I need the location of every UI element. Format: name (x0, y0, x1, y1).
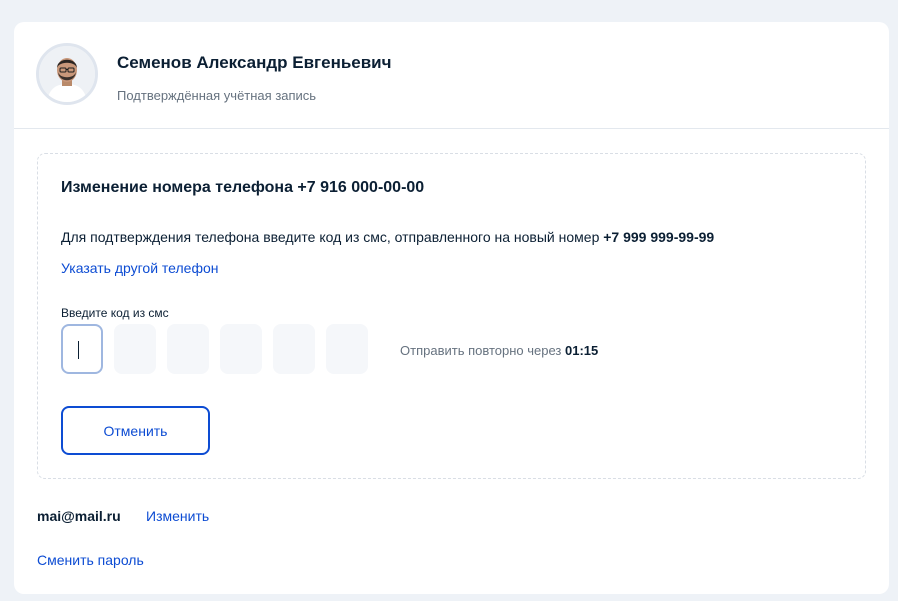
sms-code-digit-5[interactable] (273, 324, 315, 374)
resend-label: Отправить повторно через (400, 343, 566, 358)
phone-change-info: Для подтверждения телефона введите код и… (61, 229, 714, 245)
sms-code-digit-4[interactable] (220, 324, 262, 374)
sms-code-label: Введите код из смс (61, 306, 169, 320)
sms-code-digit-3[interactable] (167, 324, 209, 374)
profile-header: Семенов Александр Евгеньевич Подтверждён… (14, 22, 889, 129)
change-password-link[interactable]: Сменить пароль (37, 552, 144, 568)
avatar (36, 43, 98, 105)
change-email-link[interactable]: Изменить (146, 508, 209, 524)
sms-code-digit-1[interactable] (61, 324, 103, 374)
resend-timer: 01:15 (565, 343, 599, 358)
phone-change-panel: Изменение номера телефона +7 916 000-00-… (37, 153, 866, 479)
change-phone-link[interactable]: Указать другой телефон (61, 260, 218, 276)
email-value: mai@mail.ru (37, 508, 121, 524)
user-photo-icon (39, 46, 95, 102)
sms-code-digit-6[interactable] (326, 324, 368, 374)
account-card: Семенов Александр Евгеньевич Подтверждён… (14, 22, 889, 594)
user-name: Семенов Александр Евгеньевич (117, 53, 392, 72)
phone-change-title: Изменение номера телефона +7 916 000-00-… (61, 179, 425, 196)
account-status: Подтверждённая учётная запись (117, 88, 317, 103)
cancel-button[interactable]: Отменить (61, 406, 210, 455)
sms-code-digit-2[interactable] (114, 324, 156, 374)
text-caret (78, 341, 79, 359)
resend-timer-text: Отправить повторно через 01:15 (400, 343, 598, 358)
new-phone-number: +7 999 999-99-99 (603, 229, 715, 245)
phone-info-text: Для подтверждения телефона введите код и… (61, 229, 604, 245)
